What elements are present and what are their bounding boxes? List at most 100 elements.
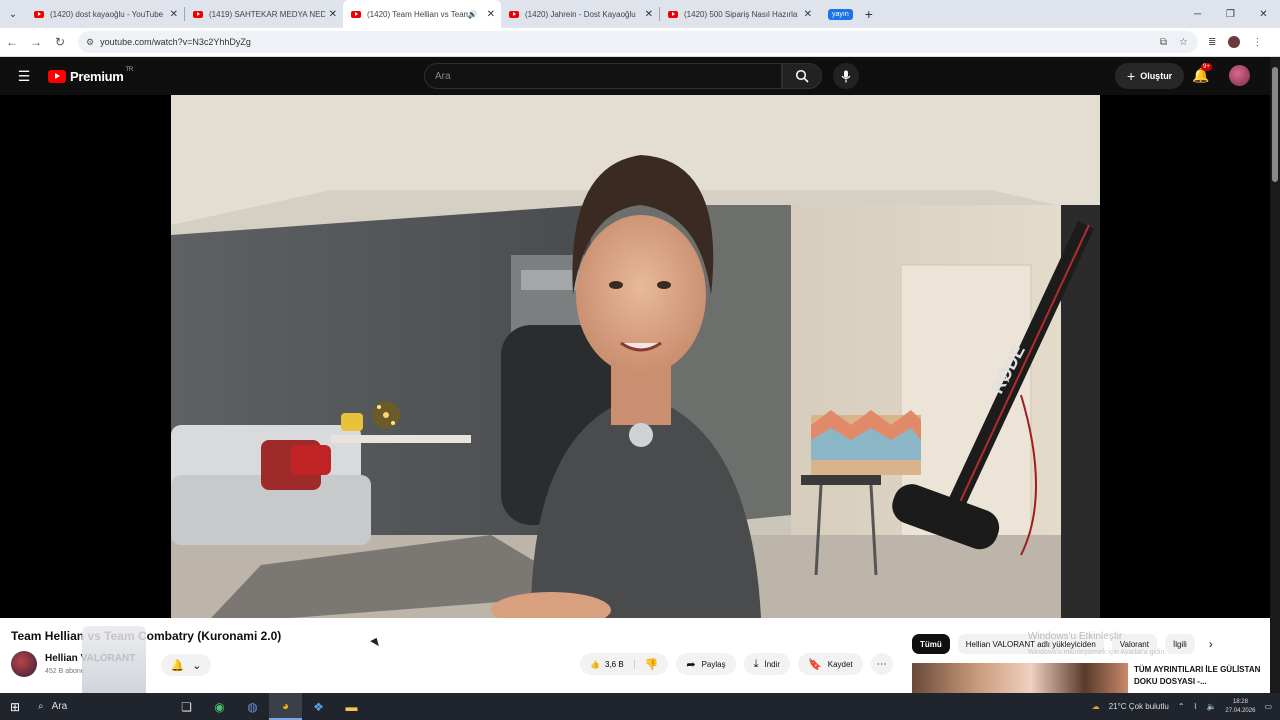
notification-center-icon[interactable]: ▭ xyxy=(1264,702,1272,711)
network-icon[interactable]: ⌇ xyxy=(1194,702,1198,711)
download-button[interactable]: ⤓ İndir xyxy=(743,653,791,675)
browser-tab-4[interactable]: (1420) Jahrein - Dost Kayaoğlu ✕ xyxy=(501,0,659,28)
tab-group-chip[interactable]: yayın xyxy=(828,8,853,20)
weather-icon[interactable]: ☁ xyxy=(1092,702,1100,711)
browser-tab-5[interactable]: (1420) 500 Sipariş Nasıl Hazırla ✕ xyxy=(660,0,818,28)
save-button[interactable]: 🔖 Kaydet xyxy=(798,653,863,675)
taskbar-search[interactable]: ⌕ Ara xyxy=(30,693,170,720)
bell-icon: 🔔 xyxy=(170,659,185,672)
url-text: youtube.com/watch?v=N3c2YhhDyZg xyxy=(100,37,251,47)
share-button[interactable]: ➦ Paylaş xyxy=(676,653,736,675)
app-icon-green[interactable]: ◉ xyxy=(203,693,236,720)
like-dislike-group: 👍 3,6 B 👎 xyxy=(580,653,669,675)
video-title: Team Hellian vs Team Combatry (Kuronami … xyxy=(11,629,282,643)
dislike-button[interactable]: 👎 xyxy=(635,658,669,671)
browser-tab-1[interactable]: (1420) dost kayaoğlu - YouTube ✕ xyxy=(26,0,184,28)
browser-tab-2[interactable]: (1419) SAHTEKAR MEDYA NEDİ ✕ xyxy=(185,0,343,28)
profile-avatar-icon[interactable] xyxy=(1228,36,1241,48)
chevron-down-icon: ⌄ xyxy=(192,659,202,672)
video-actions: 👍 3,6 B 👎 ➦ Paylaş ⤓ İndir 🔖 Kaydet ⋯ xyxy=(580,653,893,675)
search-icon: ⌕ xyxy=(38,701,44,712)
discord-icon[interactable]: ◍ xyxy=(236,693,269,720)
tab-search-icon[interactable]: ⌄ xyxy=(0,0,26,28)
like-button[interactable]: 👍 3,6 B xyxy=(580,659,635,669)
video-frame[interactable]: RØDE xyxy=(171,95,1100,618)
speaker-icon[interactable]: 🔊 xyxy=(468,10,478,19)
window-close-icon[interactable]: ✕ xyxy=(1247,0,1280,28)
tab-close-icon[interactable]: ✕ xyxy=(487,9,495,20)
save-label: Kaydet xyxy=(827,659,853,669)
site-info-icon[interactable]: ⚙ xyxy=(86,37,94,48)
create-label: Oluştur xyxy=(1140,71,1173,81)
more-icon: ⋯ xyxy=(876,658,887,670)
address-bar[interactable]: ⚙ youtube.com/watch?v=N3c2YhhDyZg ⧉ ☆ xyxy=(78,31,1198,53)
tab-title: (1420) Jahrein - Dost Kayaoğlu xyxy=(525,9,636,19)
windows-activation-title: Windows'u Etkinleştir xyxy=(1028,631,1123,642)
tab-close-icon[interactable]: ✕ xyxy=(804,9,812,20)
task-view-icon[interactable]: ❏ xyxy=(170,693,203,720)
chevron-right-icon[interactable]: › xyxy=(1209,637,1213,651)
taskbar-search-label: Ara xyxy=(51,701,68,712)
share-label: Paylaş xyxy=(701,659,726,669)
logo-region: TR xyxy=(125,67,134,73)
search-input[interactable]: Ara xyxy=(424,63,782,89)
menu-icon[interactable]: ☰ xyxy=(0,68,48,85)
chrome-icon[interactable]: ◕ xyxy=(269,693,302,720)
youtube-logo[interactable]: Premium TR xyxy=(48,67,134,84)
create-button[interactable]: + Oluştur xyxy=(1115,63,1185,89)
video-scene-image: RØDE xyxy=(171,95,1100,618)
reload-icon[interactable]: ↻ xyxy=(48,30,72,54)
window-controls: ─ ❐ ✕ xyxy=(1181,0,1280,28)
back-icon[interactable]: ← xyxy=(0,30,24,54)
forward-icon[interactable]: → xyxy=(24,30,48,54)
minimize-icon[interactable]: ─ xyxy=(1181,0,1214,28)
tab-close-icon[interactable]: ✕ xyxy=(170,9,178,20)
bookmark-icon: 🔖 xyxy=(808,658,822,671)
youtube-masthead: ☰ Premium TR Ara + Oluştur 🔔 9+ xyxy=(0,57,1270,95)
download-label: İndir xyxy=(764,659,781,669)
windows-start-icon[interactable]: ⊞ xyxy=(0,700,30,714)
video-info-panel: Team Hellian vs Team Combatry (Kuronami … xyxy=(0,618,1270,714)
file-explorer-icon[interactable]: ▬ xyxy=(335,693,368,720)
system-tray: ☁ 21°C Çok bulutlu ⌃ ⌇ 🔈 18:28 27.04.202… xyxy=(1092,698,1280,716)
notifications-button[interactable]: 🔔 9+ xyxy=(1192,63,1212,84)
browser-tab-3-active[interactable]: (1420) Team Hellian vs Team 🔊 ✕ xyxy=(343,0,501,28)
volume-icon[interactable]: 🔈 xyxy=(1206,702,1216,711)
browser-menu-icon[interactable]: ⋮ xyxy=(1252,37,1262,48)
channel-avatar[interactable] xyxy=(11,651,37,677)
share-icon: ➦ xyxy=(686,658,696,671)
recommended-video-thumbnail[interactable] xyxy=(912,663,1128,693)
tab-close-icon[interactable]: ✕ xyxy=(329,9,337,20)
bookmark-star-icon[interactable]: ☆ xyxy=(1179,37,1188,48)
account-avatar[interactable] xyxy=(1229,65,1250,86)
logo-text: Premium xyxy=(70,68,124,84)
tab-title: (1420) dost kayaoğlu - YouTube xyxy=(50,9,164,19)
more-actions-button[interactable]: ⋯ xyxy=(870,653,893,675)
microphone-icon xyxy=(841,70,851,82)
video-player[interactable]: RØDE xyxy=(0,95,1270,618)
youtube-favicon-icon xyxy=(34,10,44,18)
chip-all[interactable]: Tümü xyxy=(912,634,950,654)
restore-icon[interactable]: ❐ xyxy=(1214,0,1247,28)
scrollbar-thumb[interactable] xyxy=(1272,67,1278,182)
browser-tab-bar: ⌄ (1420) dost kayaoğlu - YouTube ✕ (1419… xyxy=(0,0,1280,28)
weather-text[interactable]: 21°C Çok bulutlu xyxy=(1109,702,1169,711)
chip-related[interactable]: İlgili xyxy=(1164,634,1195,654)
subscription-bell-button[interactable]: 🔔 ⌄ xyxy=(161,654,211,676)
page-scrollbar[interactable] xyxy=(1270,57,1280,693)
recommended-video-title[interactable]: TÜM AYRINTILARI İLE GÜLİSTAN DOKU DOSYAS… xyxy=(1134,664,1264,688)
download-icon: ⤓ xyxy=(753,657,759,670)
youtube-favicon-icon xyxy=(509,10,519,18)
thumbs-down-icon: 👎 xyxy=(644,658,659,671)
clock[interactable]: 18:28 27.04.2026 xyxy=(1225,698,1255,716)
windows-activation-subtitle: Windows'u etkinleştirmek için Ayarlar'a … xyxy=(1028,649,1167,656)
voice-search-button[interactable] xyxy=(833,63,859,89)
tray-chevron-icon[interactable]: ⌃ xyxy=(1178,702,1185,711)
search-button[interactable] xyxy=(782,63,822,89)
reading-list-icon[interactable]: ≣ xyxy=(1208,37,1216,48)
open-in-app-icon[interactable]: ⧉ xyxy=(1160,37,1167,48)
app-icon-blue[interactable]: ❖ xyxy=(302,693,335,720)
tab-close-icon[interactable]: ✕ xyxy=(645,9,653,20)
new-tab-icon[interactable]: + xyxy=(865,6,873,22)
youtube-favicon-icon xyxy=(668,10,678,18)
